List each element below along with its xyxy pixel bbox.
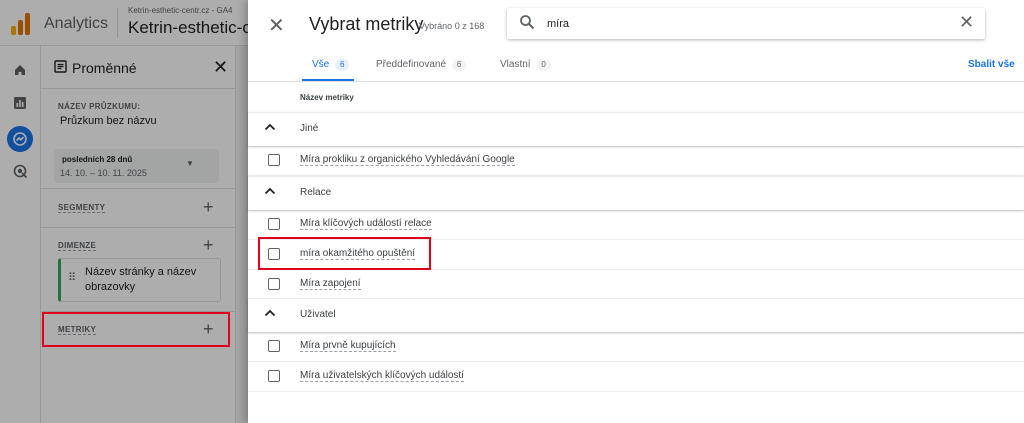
tab-custom[interactable]: Vlastní 0 [500, 59, 551, 71]
search-icon [519, 14, 535, 30]
divider [248, 81, 1024, 82]
group-header-other[interactable]: Jiné [248, 112, 1024, 146]
metric-label: Míra zapojení [300, 278, 361, 290]
group-header-user[interactable]: Uživatel [248, 298, 1024, 332]
metric-label: Míra klíčových událostí relace [300, 218, 432, 230]
tab-label: Vlastní [500, 59, 531, 70]
metric-checkbox[interactable] [268, 154, 280, 166]
search-box[interactable]: ✕ [507, 8, 985, 39]
select-metrics-dialog: ✕ Vybrat metriky Vybráno 0 z 168 ✕ Vše6 … [248, 0, 1024, 423]
collapse-all-button[interactable]: Sbalit vše [968, 59, 1015, 70]
chevron-up-icon[interactable] [263, 120, 277, 134]
tab-label: Předdefinované [376, 59, 447, 70]
chevron-up-icon[interactable] [263, 306, 277, 320]
tab-count-badge: 0 [536, 59, 551, 71]
group-label: Jiné [300, 123, 319, 134]
metric-label: Míra prvně kupujících [300, 340, 396, 352]
tab-count-badge: 6 [335, 59, 350, 71]
tab-all[interactable]: Vše 6 [312, 59, 350, 71]
group-header-session[interactable]: Relace [248, 176, 1024, 210]
close-icon[interactable]: ✕ [268, 13, 285, 38]
metric-highlight-box [258, 237, 431, 270]
metric-row[interactable]: Míra uživatelských klíčových událostí [248, 362, 1024, 392]
chevron-up-icon[interactable] [263, 184, 277, 198]
group-label: Relace [300, 187, 332, 198]
dialog-title: Vybrat metriky [309, 14, 424, 34]
search-input[interactable] [547, 15, 937, 32]
metric-row[interactable]: Míra prvně kupujících [248, 332, 1024, 362]
metric-label: Míra uživatelských klíčových událostí [300, 370, 464, 382]
column-header: Název metriky [300, 93, 354, 102]
metric-checkbox[interactable] [268, 278, 280, 290]
metric-row[interactable]: Míra prokliku z organického Vyhledávání … [248, 146, 1024, 176]
metrics-highlight-box [42, 312, 230, 347]
tab-count-badge: 6 [452, 59, 467, 71]
metric-row[interactable]: Míra klíčových událostí relace [248, 210, 1024, 240]
clear-search-icon[interactable]: ✕ [959, 12, 974, 33]
metric-label: Míra prokliku z organického Vyhledávání … [300, 154, 515, 166]
metric-checkbox[interactable] [268, 340, 280, 352]
group-label: Uživatel [300, 309, 336, 320]
metric-checkbox[interactable] [268, 218, 280, 230]
tab-predefined[interactable]: Předdefinované 6 [376, 59, 467, 71]
selected-count: Vybráno 0 z 168 [419, 21, 485, 31]
metric-row[interactable]: Míra zapojení [248, 270, 1024, 300]
metric-checkbox[interactable] [268, 370, 280, 382]
tab-label: Vše [312, 59, 330, 70]
